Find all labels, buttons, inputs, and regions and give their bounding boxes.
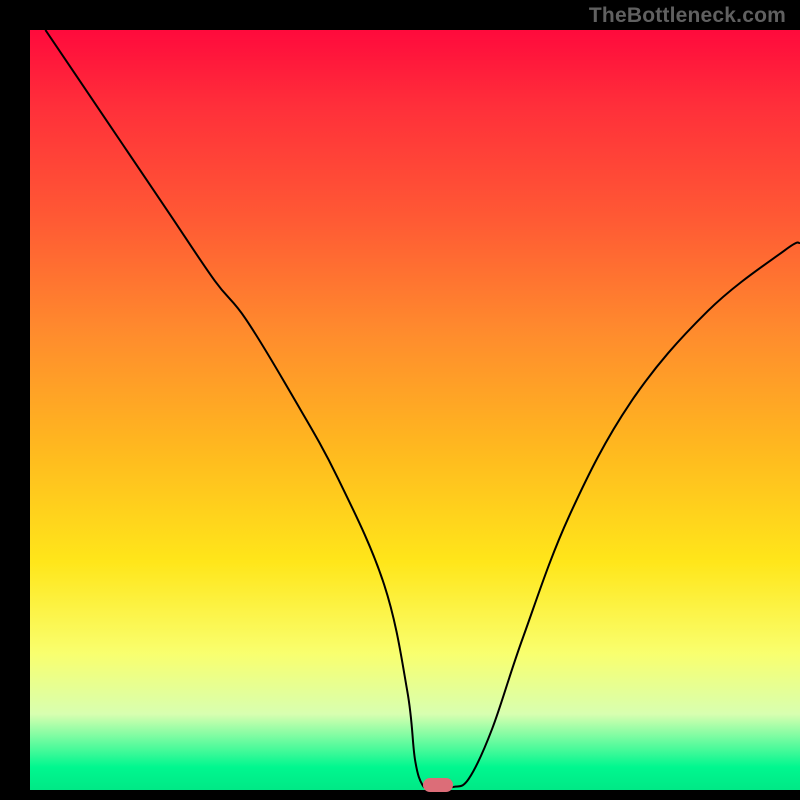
bottleneck-curve: [45, 30, 800, 788]
optimal-marker: [423, 778, 453, 792]
chart-frame: TheBottleneck.com: [0, 0, 800, 800]
curve-layer: [30, 30, 800, 790]
watermark-text: TheBottleneck.com: [589, 4, 786, 28]
plot-area: [30, 30, 800, 790]
